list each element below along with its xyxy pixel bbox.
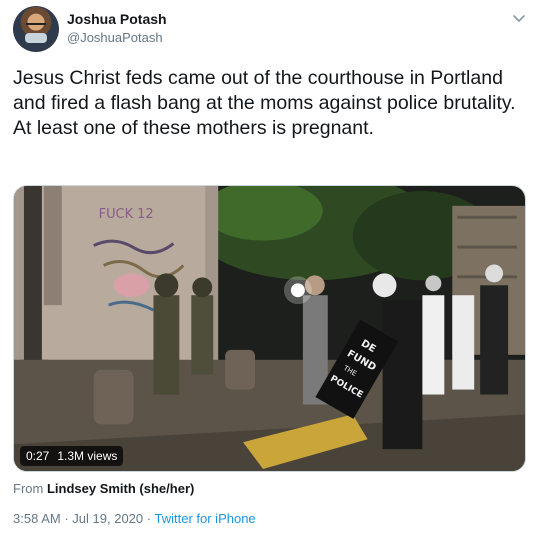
author-name[interactable]: Joshua Potash	[67, 11, 167, 27]
tweet-date[interactable]: Jul 19, 2020	[72, 511, 143, 526]
meta-separator: ·	[146, 511, 152, 526]
video-frame: FUCK 12 DE FUND THE POLICE	[14, 186, 525, 471]
tweet-text: Jesus Christ feds came out of the courth…	[13, 67, 516, 139]
author-handle[interactable]: @JoshuaPotash	[67, 30, 163, 45]
media-attribution: From Lindsey Smith (she/her)	[13, 481, 194, 496]
graffiti-text: FUCK 12	[99, 207, 154, 222]
meta-separator: ·	[64, 511, 69, 526]
tweet-metadata: 3:58 AM · Jul 19, 2020 · Twitter for iPh…	[13, 511, 256, 526]
video-views: 1.3M views	[57, 449, 118, 463]
attribution-name[interactable]: Lindsey Smith (she/her)	[47, 481, 194, 496]
chevron-down-icon[interactable]	[511, 12, 527, 24]
video-stats-badge: 0:27 1.3M views	[20, 446, 124, 466]
attribution-prefix: From	[13, 481, 44, 496]
tweet-time[interactable]: 3:58 AM	[13, 511, 61, 526]
tweet-source-link[interactable]: Twitter for iPhone	[155, 511, 256, 526]
avatar[interactable]	[13, 6, 59, 52]
avatar-glasses	[26, 23, 46, 28]
video-player[interactable]: FUCK 12 DE FUND THE POLICE	[13, 185, 526, 472]
video-duration: 0:27	[26, 449, 50, 463]
avatar-mask	[25, 33, 47, 43]
